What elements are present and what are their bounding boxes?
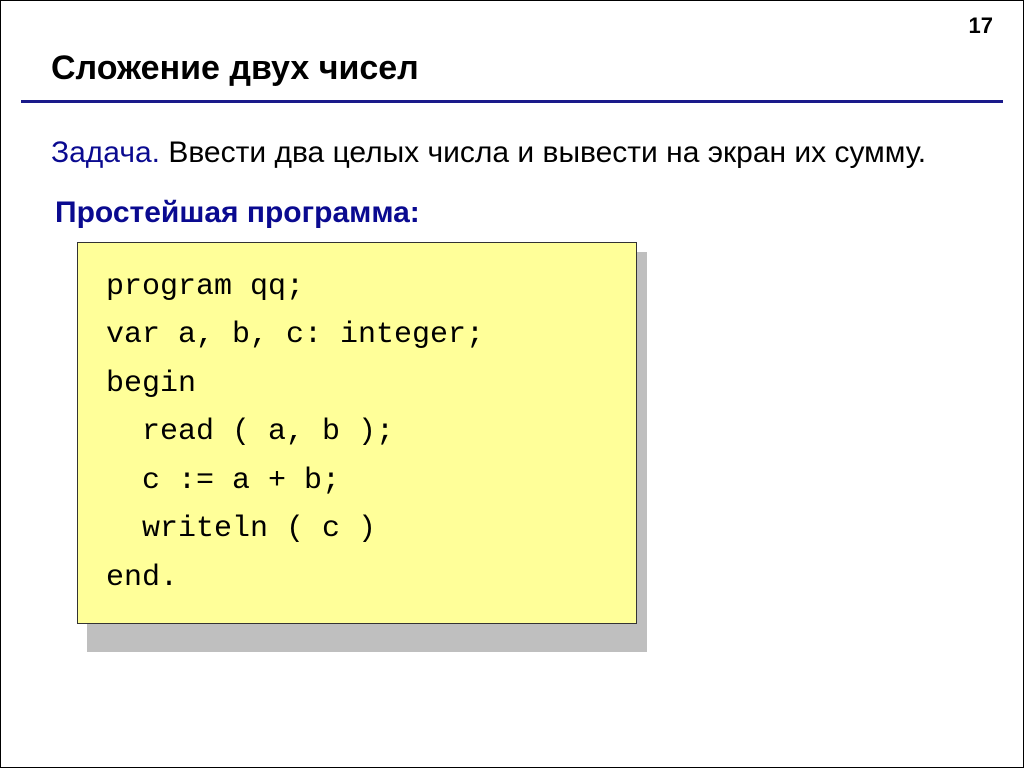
slide-title: Сложение двух чисел xyxy=(1,1,1023,100)
code-container: program qq; var a, b, c: integer; begin … xyxy=(1,242,1023,624)
program-subheading: Простейшая программа: xyxy=(1,174,1023,242)
code-line: writeln ( c ) xyxy=(106,505,608,554)
task-label: Задача. xyxy=(51,136,160,169)
code-line: c := a + b; xyxy=(106,457,608,506)
task-block: Задача. Ввести два целых числа и вывести… xyxy=(1,103,1023,174)
code-line: var a, b, c: integer; xyxy=(106,311,608,360)
task-text: Ввести два целых числа и вывести на экра… xyxy=(160,136,926,169)
code-line: begin xyxy=(106,360,608,409)
code-line: end. xyxy=(106,554,608,603)
page-number: 17 xyxy=(969,13,993,39)
code-line: program qq; xyxy=(106,263,608,312)
code-line: read ( a, b ); xyxy=(106,408,608,457)
code-box: program qq; var a, b, c: integer; begin … xyxy=(77,242,637,624)
